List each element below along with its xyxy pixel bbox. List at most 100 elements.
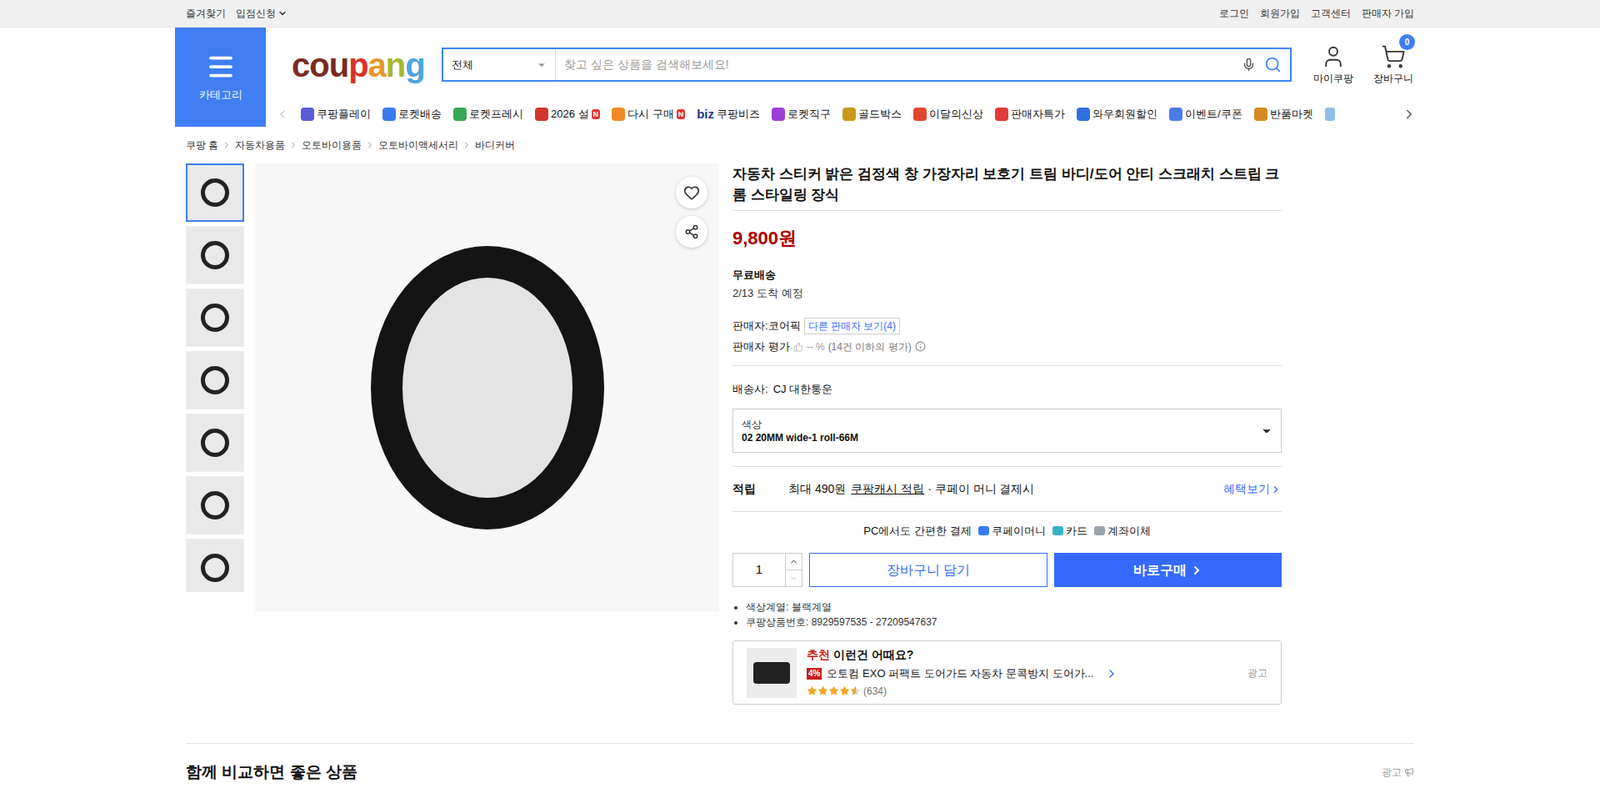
main-image [255,163,720,611]
seller-rating-label: 판매자 평가 [732,338,790,355]
star-icon [850,685,861,696]
payment-method: 쿠페이머니 [978,522,1046,540]
add-to-cart-button[interactable]: 장바구니 담기 [809,552,1048,587]
scroll-right-icon[interactable] [1401,106,1417,122]
info-icon[interactable] [915,340,926,352]
chevron-icon [1190,563,1204,577]
thumbnail[interactable] [185,163,245,222]
search-input[interactable]: 찾고 싶은 상품을 검색해보세요! [555,55,1242,74]
star-icon [806,685,818,696]
search-icon[interactable] [1264,55,1282,74]
section-ad-label: 광고 [1381,764,1415,780]
share-icon [684,224,700,240]
ad-card[interactable]: 추천 이런건 어때요?4%오토컴 EXO 퍼팩트 도어가드 자동차 문콕방지 도… [732,640,1282,705]
increase-icon[interactable] [789,556,799,566]
ad-label: 광고 [1247,665,1268,680]
shipping-label: 무료배송 [732,266,1282,284]
nav-item-icon [535,107,549,121]
nav-item-icon [1169,107,1183,121]
top-bar-link[interactable]: 판매자 가입 [1361,5,1415,21]
payment-method: 카드 [1052,522,1088,540]
nav-item[interactable]: biz쿠팡비즈 [696,105,760,125]
breadcrumb-item[interactable]: 쿠팡 홈 [185,137,219,153]
top-bar-link[interactable]: 로그인 [1219,5,1250,21]
breadcrumb-item[interactable]: 바디커버 [475,137,515,153]
separator-icon [461,140,472,150]
breadcrumb-item[interactable]: 오토바이용품 [301,137,362,153]
nav-item[interactable]: 이벤트/쿠폰 [1169,105,1243,123]
category-button[interactable]: 카테고리 [175,27,266,127]
nav-item[interactable]: 이달의신상 [913,105,984,123]
seller-rating-value: -- % [806,339,825,355]
thumbnail[interactable] [185,413,245,472]
separator-icon [365,140,375,150]
thumbnail-list [185,163,245,592]
payment-icon [1052,525,1064,535]
thumbnail[interactable] [185,350,245,410]
my-coupang[interactable]: 마이쿠팡 [1311,44,1355,86]
thumbnail[interactable] [185,288,245,347]
option-select[interactable]: 색상02 20MM wide-1 roll-66M [732,408,1282,453]
arrival-date: 2/13 도착 예정 [732,285,1282,302]
nav-item[interactable]: 골드박스 [842,105,902,123]
cart-count-badge: 0 [1399,34,1415,50]
nav-item[interactable]: 로켓직구 [771,105,831,123]
star-icon [828,685,840,696]
thumbs-up-icon [793,341,804,352]
breadcrumb-item[interactable]: 자동차용품 [235,137,285,153]
nav-item[interactable]: 다시 구매N [611,105,685,123]
top-bar-link[interactable]: 즐겨찾기 [185,5,226,21]
payment-method: 계좌이체 [1094,522,1151,540]
product-photo [370,245,605,530]
nav-item-icon [382,107,396,121]
top-bar-link[interactable]: 회원가입 [1260,5,1300,21]
dropdown-icon [536,60,547,70]
star-icon [839,685,850,696]
quantity-input[interactable]: 1 [732,552,803,587]
nav-item[interactable]: 반품마켓 [1254,105,1314,123]
nav-item-icon [913,107,927,121]
nav-item[interactable]: 2026 설N [535,105,600,123]
thumbnail[interactable] [185,225,245,285]
nav-item-icon [453,107,467,121]
nav-bar: 쿠팡플레이 로켓배송 로켓프레시 2026 설N 다시 구매N biz쿠팡비즈 로켓직구 골드… [265,101,1425,127]
mic-icon[interactable] [1241,57,1256,72]
decrease-icon[interactable] [789,573,799,583]
buy-now-button[interactable]: 바로구매 [1054,552,1282,587]
nav-item[interactable]: 와우회원할인 [1076,105,1158,123]
benefit-link[interactable]: 혜택보기 [1223,480,1282,498]
product-detail: 쿠팡상품번호: 8929597535 - 27209547637 [745,614,1282,630]
discount-badge: 4% [806,667,822,680]
separator-icon [288,140,299,150]
nav-item[interactable]: 쿠팡플레이 [300,105,371,123]
caret-icon [277,8,288,19]
cart[interactable]: 장바구니0 [1371,44,1415,86]
related-section: 함께 비교하면 좋은 상품광고 [185,742,1415,785]
search-scope-select[interactable]: 전체 [443,49,556,80]
nav-item[interactable]: 로켓프레시 [453,105,524,123]
header: 카테고리 coupang 전체찾고 싶은 상품을 검색해보세요! 마이쿠팡 장바구니0 쿠… [175,27,1425,127]
breadcrumb-item[interactable]: 오토바이액세서리 [378,137,459,153]
other-sellers-button[interactable]: 다른 판매자 보기(4) [804,317,900,335]
breadcrumb: 쿠팡 홈 자동차용품 오토바이용품 오토바이액세서리 바디커버 [185,126,1415,164]
cash-link[interactable]: 쿠팡캐시 적립 [850,480,925,498]
nav-item[interactable]: 판매자특가 [995,105,1065,123]
scroll-left-icon[interactable] [275,107,290,121]
seller-rating-note: (14건 이하의 평가) [828,339,912,355]
top-bar-link[interactable]: 입점신청 [235,5,288,21]
thumbnail[interactable] [185,475,245,535]
top-bar-link[interactable]: 고객센터 [1310,5,1351,21]
nav-item-icon [611,107,625,121]
wishlist-button[interactable] [675,176,708,209]
nav-item-icon [300,107,315,121]
share-button[interactable] [675,215,708,248]
new-badge: N [676,109,686,120]
thumbnail[interactable] [185,538,245,592]
nav-item-icon [1254,107,1268,121]
chevron-icon [1270,483,1282,495]
nav-item[interactable]: 로켓배송 [382,105,442,123]
top-bar: 즐겨찾기 입점신청 로그인 회원가입 고객센터 판매자 가입 [0,0,1600,28]
logo[interactable]: coupang [291,48,420,82]
product-info: 자동차 스티커 밝은 검정색 창 가장자리 보호기 트림 바디/도어 안티 스크… [732,163,1282,705]
dropdown-icon [1260,425,1273,437]
